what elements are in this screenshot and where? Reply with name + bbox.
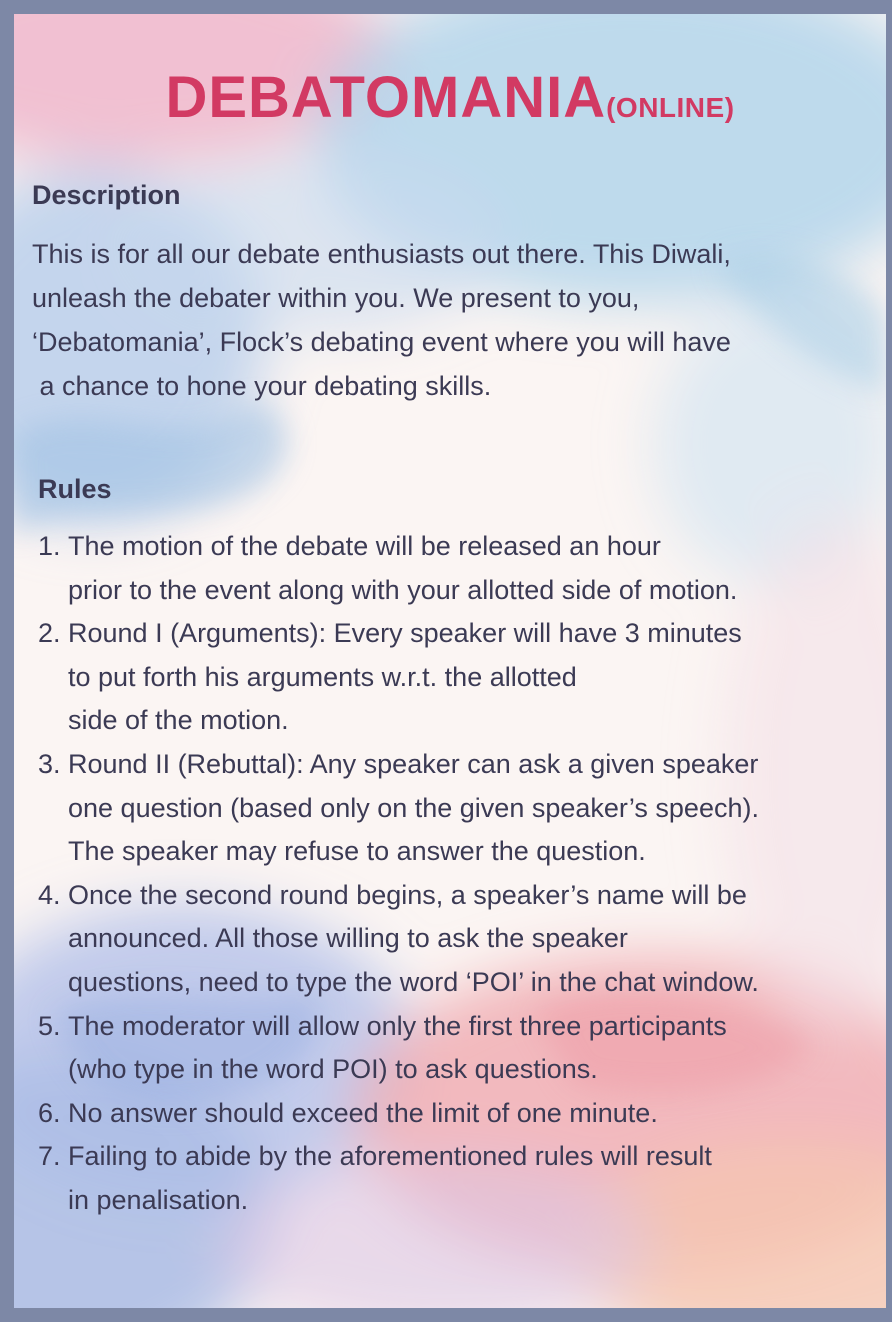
rule-text: The moderator will allow only the first … bbox=[68, 1010, 727, 1041]
rule-text: one question (based only on the given sp… bbox=[68, 792, 759, 823]
rule-text: in penalisation. bbox=[68, 1184, 249, 1215]
rule-text: The speaker may refuse to answer the que… bbox=[68, 836, 646, 867]
rule-item: 6. No answer should exceed the limit of o… bbox=[38, 1092, 886, 1136]
poster-frame: DEBATOMANIA(ONLINE) Description This is … bbox=[0, 0, 892, 1322]
rules-list: 1. The motion of the debate will be relea… bbox=[38, 525, 886, 1223]
event-title: DEBATOMANIA(ONLINE) bbox=[14, 64, 886, 131]
rule-text: Round I (Arguments): Every speaker will … bbox=[68, 618, 742, 649]
rule-text: Failing to abide by the aforementioned r… bbox=[68, 1141, 712, 1172]
event-title-main: DEBATOMANIA bbox=[165, 65, 607, 130]
rule-text: Once the second round begins, a speaker’… bbox=[68, 879, 747, 910]
rule-text: side of the motion. bbox=[68, 705, 289, 736]
rule-number: 7. bbox=[38, 1141, 61, 1172]
rule-text: prior to the event along with your allot… bbox=[68, 574, 738, 605]
rule-text: questions, need to type the word ‘POI’ i… bbox=[68, 966, 759, 997]
description-text: This is for all our debate enthusiasts o… bbox=[32, 232, 886, 408]
rule-item: 4. Once the second round begins, a speake… bbox=[38, 874, 886, 1005]
rule-text: to put forth his arguments w.r.t. the al… bbox=[68, 661, 577, 692]
description-line: a chance to hone your debating skills. bbox=[32, 371, 492, 401]
description-heading: Description bbox=[32, 180, 181, 210]
description-line: ‘Debatomania’, Flock’s debating event wh… bbox=[32, 327, 731, 357]
rule-item: 3. Round II (Rebuttal): Any speaker can a… bbox=[38, 743, 886, 874]
rule-text: Round II (Rebuttal): Any speaker can ask… bbox=[68, 748, 759, 779]
rule-number: 4. bbox=[38, 879, 61, 910]
rule-text: No answer should exceed the limit of one… bbox=[68, 1097, 658, 1128]
description-line: This is for all our debate enthusiasts o… bbox=[32, 239, 731, 269]
description-line: unleash the debater within you. We prese… bbox=[32, 283, 640, 313]
event-title-sub: (ONLINE) bbox=[606, 92, 735, 123]
rule-item: 5. The moderator will allow only the firs… bbox=[38, 1005, 886, 1092]
rule-number: 3. bbox=[38, 748, 61, 779]
rule-item: 2. Round I (Arguments): Every speaker wil… bbox=[38, 612, 886, 743]
rule-text: (who type in the word POI) to ask questi… bbox=[68, 1054, 598, 1085]
rules-heading: Rules bbox=[38, 474, 112, 504]
rule-item: 1. The motion of the debate will be relea… bbox=[38, 525, 886, 612]
rule-number: 2. bbox=[38, 618, 61, 649]
rule-number: 1. bbox=[38, 531, 61, 561]
rule-number: 5. bbox=[38, 1010, 61, 1041]
rule-item: 7. Failing to abide by the aforementioned… bbox=[38, 1135, 886, 1222]
rule-text: announced. All those willing to ask the … bbox=[68, 923, 628, 954]
rule-number: 6. bbox=[38, 1097, 61, 1128]
rule-text: The motion of the debate will be release… bbox=[68, 531, 661, 561]
